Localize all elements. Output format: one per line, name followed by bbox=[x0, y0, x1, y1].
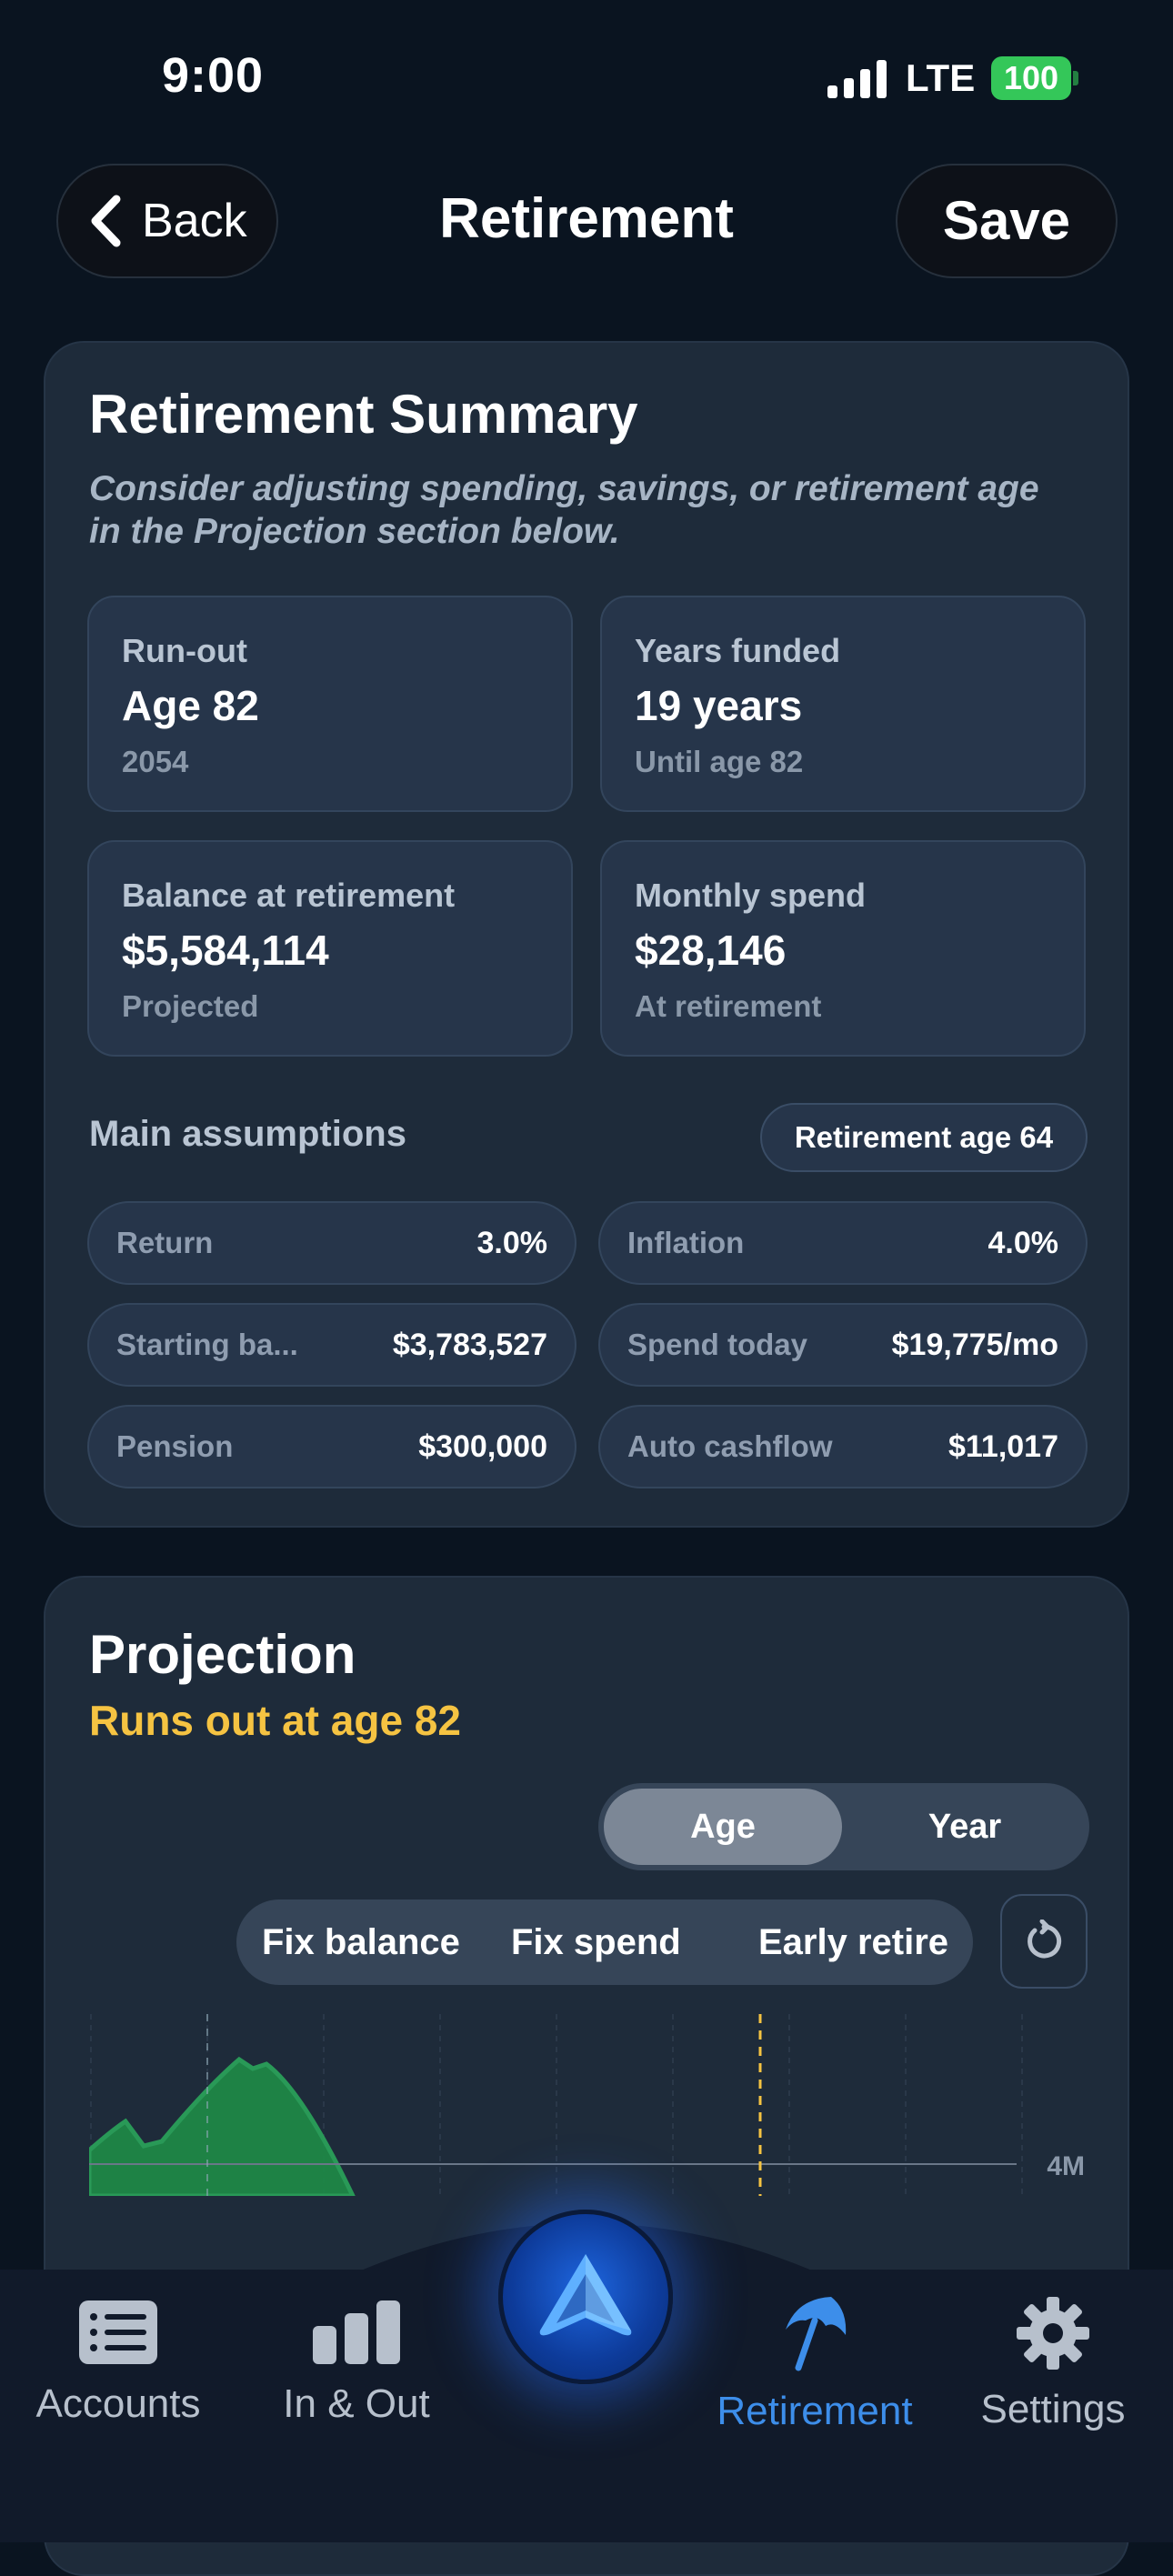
network-type: LTE bbox=[906, 56, 976, 99]
age-year-toggle: Age Year bbox=[598, 1783, 1089, 1870]
stat-label: Monthly spend bbox=[635, 877, 866, 914]
summary-subtitle: Consider adjusting spending, savings, or… bbox=[89, 469, 1039, 551]
summary-title: Retirement Summary bbox=[89, 384, 638, 445]
signal-icon bbox=[827, 60, 887, 98]
toggle-age[interactable]: Age bbox=[604, 1789, 842, 1865]
save-button[interactable]: Save bbox=[896, 164, 1118, 278]
stat-sub: At retirement bbox=[635, 989, 822, 1023]
stat-label: Years funded bbox=[635, 632, 841, 669]
stat-years-funded: Years funded 19 years Until age 82 bbox=[600, 596, 1086, 812]
fix-balance-button[interactable]: Fix balance bbox=[262, 1899, 460, 1985]
app-logo-icon bbox=[539, 2254, 632, 2336]
assumption-value: 4.0% bbox=[988, 1226, 1059, 1260]
stat-value: 19 years bbox=[635, 682, 803, 729]
retirement-summary-card: Retirement Summary Consider adjusting sp… bbox=[44, 341, 1129, 1528]
center-action-button[interactable] bbox=[498, 2210, 673, 2384]
projection-chart[interactable]: 4M bbox=[89, 2014, 1089, 2196]
tab-settings[interactable]: Settings bbox=[935, 2291, 1171, 2432]
assumption-inflation[interactable]: Inflation 4.0% bbox=[598, 1201, 1088, 1285]
gear-icon bbox=[1017, 2297, 1089, 2370]
chart-axis-label: 4M bbox=[1047, 2151, 1085, 2181]
retirement-age-badge[interactable]: Retirement age 64 bbox=[760, 1103, 1088, 1172]
bar-chart-icon bbox=[313, 2300, 400, 2364]
tab-label: Retirement bbox=[717, 2389, 913, 2433]
stat-sub: Until age 82 bbox=[635, 745, 804, 778]
assumption-value: 3.0% bbox=[476, 1226, 548, 1260]
stat-value: Age 82 bbox=[122, 682, 259, 729]
assumption-value: $11,017 bbox=[947, 1429, 1058, 1464]
tab-label: Accounts bbox=[35, 2381, 201, 2426]
status-time: 9:00 bbox=[162, 48, 265, 103]
fix-spend-button[interactable]: Fix spend bbox=[511, 1899, 681, 1985]
battery-icon: 100 bbox=[991, 56, 1071, 100]
stat-monthly-spend: Monthly spend $28,146 At retirement bbox=[600, 840, 1086, 1057]
projection-title: Projection bbox=[89, 1624, 356, 1685]
umbrella-icon bbox=[786, 2297, 847, 2371]
stat-label: Run-out bbox=[122, 632, 247, 669]
reset-icon bbox=[1028, 1919, 1062, 1959]
reset-button[interactable] bbox=[1000, 1894, 1088, 1989]
stat-run-out: Run-out Age 82 2054 bbox=[87, 596, 573, 812]
stat-label: Balance at retirement bbox=[122, 877, 456, 914]
tab-label: Settings bbox=[980, 2387, 1126, 2431]
stat-sub: 2054 bbox=[122, 745, 189, 778]
balance-area bbox=[89, 2056, 356, 2196]
assumption-spend-today[interactable]: Spend today $19,775/mo bbox=[598, 1303, 1088, 1387]
stat-value: $5,584,114 bbox=[122, 927, 329, 974]
assumption-value: $300,000 bbox=[418, 1429, 547, 1464]
assumption-key: Return bbox=[116, 1226, 214, 1259]
runs-out-status: Runs out at age 82 bbox=[89, 1697, 461, 1744]
stat-value: $28,146 bbox=[635, 927, 787, 974]
stat-balance-at-retirement: Balance at retirement $5,584,114 Project… bbox=[87, 840, 573, 1057]
assumption-value: $3,783,527 bbox=[392, 1328, 547, 1362]
assumptions-title: Main assumptions bbox=[89, 1114, 406, 1154]
stat-sub: Projected bbox=[122, 989, 259, 1023]
battery-tip bbox=[1073, 71, 1078, 85]
assumption-pension[interactable]: Pension $300,000 bbox=[87, 1405, 576, 1488]
tab-accounts[interactable]: Accounts bbox=[0, 2291, 236, 2427]
tab-retirement[interactable]: Retirement bbox=[697, 2284, 933, 2434]
tab-label: In & Out bbox=[283, 2381, 430, 2426]
projection-actions: Fix balance Fix spend Early retire bbox=[236, 1899, 973, 1985]
assumption-key: Spend today bbox=[627, 1328, 808, 1361]
assumption-starting-balance[interactable]: Starting ba... $3,783,527 bbox=[87, 1303, 576, 1387]
assumption-key: Starting ba... bbox=[116, 1328, 298, 1361]
assumption-value: $19,775/mo bbox=[891, 1328, 1058, 1362]
toggle-year[interactable]: Year bbox=[846, 1789, 1084, 1865]
early-retire-button[interactable]: Early retire bbox=[758, 1899, 948, 1985]
list-icon bbox=[79, 2300, 157, 2364]
tab-in-out[interactable]: In & Out bbox=[238, 2291, 475, 2427]
assumption-key: Inflation bbox=[627, 1226, 745, 1259]
assumption-return[interactable]: Return 3.0% bbox=[87, 1201, 576, 1285]
assumption-auto-cashflow[interactable]: Auto cashflow $11,017 bbox=[598, 1405, 1088, 1488]
assumption-key: Pension bbox=[116, 1429, 234, 1463]
assumption-key: Auto cashflow bbox=[627, 1429, 833, 1463]
